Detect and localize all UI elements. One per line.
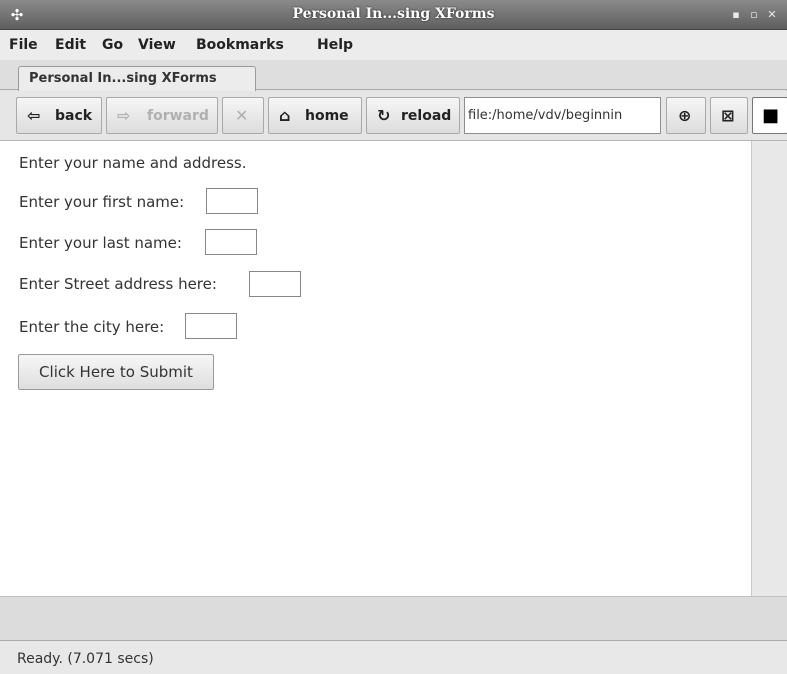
minimize-icon[interactable]: ▪	[729, 8, 743, 22]
tab-label: Personal In...sing XForms	[29, 71, 217, 86]
browser-window: ✣ Personal In...sing XForms ▪ ▫ ✕ File E…	[0, 0, 787, 674]
navigation-toolbar: ⇦ back ⇨ forward ✕ ⌂ home ↻ reload file:…	[0, 91, 787, 141]
menu-go[interactable]: Go	[102, 37, 123, 53]
forward-button[interactable]: ⇨ forward	[106, 97, 218, 134]
back-button[interactable]: ⇦ back	[16, 97, 102, 134]
horizontal-scrollbar[interactable]	[0, 596, 787, 640]
reload-button[interactable]: ↻ reload	[366, 97, 460, 134]
throbber-icon: ■	[762, 105, 780, 126]
menu-edit[interactable]: Edit	[55, 37, 86, 53]
vertical-scrollbar[interactable]	[752, 141, 787, 596]
go-icon: ⊕	[678, 106, 692, 125]
menu-help[interactable]: Help	[317, 37, 353, 53]
back-arrow-icon: ⇦	[27, 106, 41, 125]
intro-text: Enter your name and address.	[19, 154, 247, 172]
submit-button[interactable]: Click Here to Submit	[18, 354, 214, 390]
home-icon: ⌂	[279, 106, 291, 125]
street-input[interactable]	[249, 271, 301, 297]
city-input[interactable]	[185, 313, 237, 339]
menu-file[interactable]: File	[9, 37, 38, 53]
city-label: Enter the city here:	[19, 318, 165, 336]
stop-button[interactable]: ✕	[222, 97, 264, 134]
tab-strip: Personal In...sing XForms	[0, 60, 787, 91]
url-input[interactable]: file:/home/vdv/beginnin	[464, 97, 661, 134]
tab-personal-info[interactable]: Personal In...sing XForms	[18, 66, 256, 91]
url-text: file:/home/vdv/beginnin	[468, 108, 623, 123]
maximize-icon[interactable]: ▫	[747, 8, 761, 22]
search-box-icon: ⊠	[721, 106, 735, 125]
status-bar: Ready. (7.071 secs)	[0, 640, 787, 674]
first-name-input[interactable]	[206, 188, 258, 214]
go-button[interactable]: ⊕	[666, 97, 706, 134]
last-name-label: Enter your last name:	[19, 234, 182, 252]
menu-bar: File Edit Go View Bookmarks Help	[0, 30, 787, 60]
search-button[interactable]: ⊠	[710, 97, 748, 134]
window-title: Personal In...sing XForms	[292, 6, 495, 22]
close-icon[interactable]: ✕	[765, 8, 779, 22]
status-text: Ready. (7.071 secs)	[17, 651, 154, 667]
title-bar[interactable]: ✣ Personal In...sing XForms ▪ ▫ ✕	[0, 0, 787, 30]
first-name-label: Enter your first name:	[19, 193, 185, 211]
menu-bookmarks[interactable]: Bookmarks	[196, 37, 284, 53]
stop-icon: ✕	[235, 106, 249, 125]
page-content: Enter your name and address. Enter your …	[0, 141, 752, 596]
reload-icon: ↻	[377, 106, 391, 125]
last-name-input[interactable]	[205, 229, 257, 255]
throbber-button[interactable]: ■	[752, 97, 787, 134]
street-label: Enter Street address here:	[19, 275, 217, 293]
forward-arrow-icon: ⇨	[117, 106, 131, 125]
home-button[interactable]: ⌂ home	[268, 97, 362, 134]
menu-view[interactable]: View	[138, 37, 176, 53]
